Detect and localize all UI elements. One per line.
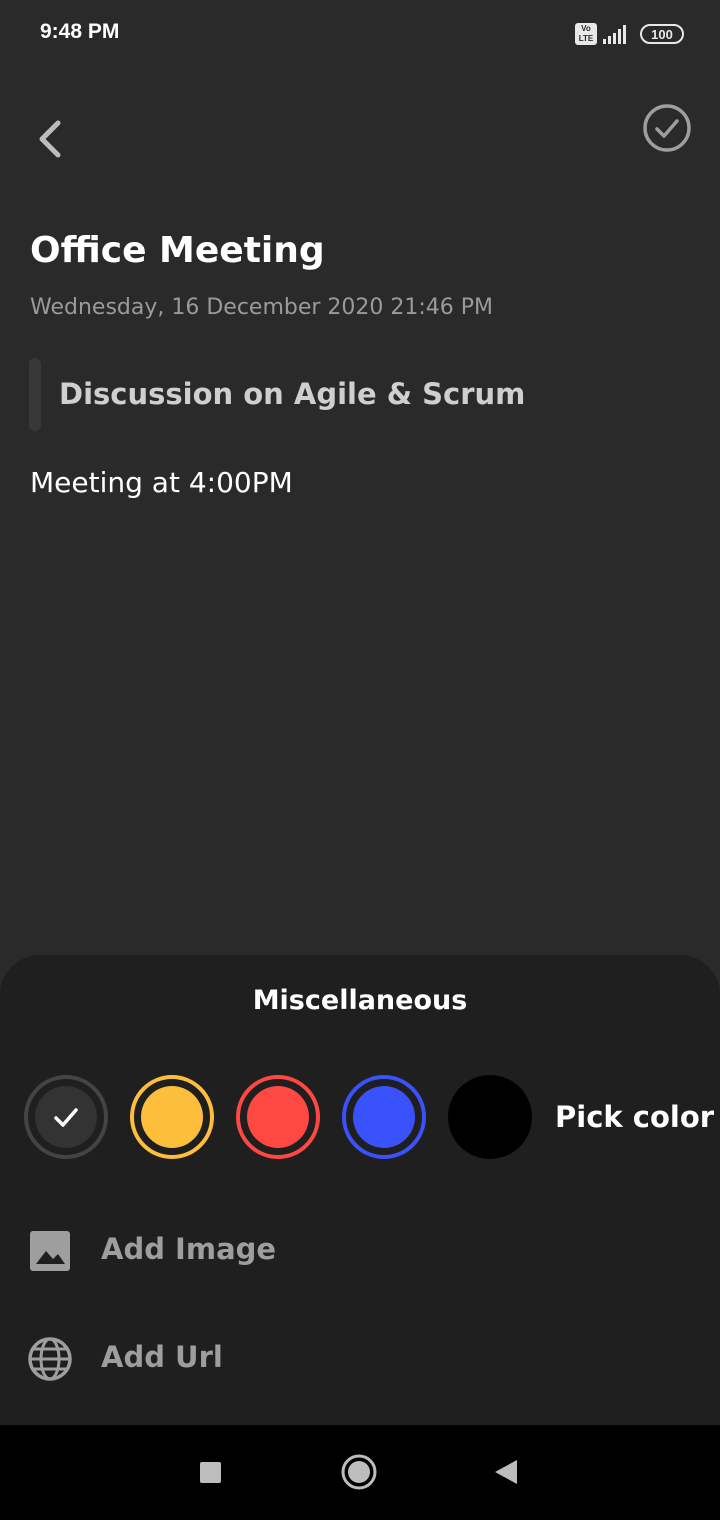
back-button[interactable] (28, 112, 76, 166)
swatch-fill (141, 1086, 203, 1148)
home-circle-icon (341, 1454, 377, 1490)
note-subtitle[interactable]: Discussion on Agile & Scrum (59, 377, 525, 411)
color-swatch-blue[interactable] (342, 1075, 426, 1159)
recents-button[interactable] (188, 1450, 232, 1494)
signal-icon (603, 24, 626, 44)
subtitle-indicator (29, 358, 41, 431)
add-url-label: Add Url (101, 1340, 223, 1374)
battery-level: 100 (651, 26, 673, 42)
volte-bottom-text: LTE (578, 34, 594, 43)
swatch-fill (35, 1086, 97, 1148)
color-swatch-red[interactable] (236, 1075, 320, 1159)
note-body[interactable]: Meeting at 4:00PM (30, 466, 293, 499)
check-circle-icon (643, 104, 691, 152)
swatch-fill (459, 1086, 521, 1148)
add-image-button[interactable]: Add Image (0, 1210, 720, 1290)
image-icon (30, 1231, 70, 1271)
done-button[interactable] (642, 103, 692, 153)
triangle-back-icon (495, 1460, 517, 1484)
swatch-fill (247, 1086, 309, 1148)
check-icon (54, 1108, 78, 1127)
add-image-label: Add Image (101, 1232, 277, 1266)
color-swatch-default[interactable] (24, 1075, 108, 1159)
note-title[interactable]: Office Meeting (30, 230, 325, 271)
pick-color-button[interactable]: Pick color (555, 1100, 714, 1134)
add-url-button[interactable]: Add Url (0, 1318, 720, 1398)
sheet-title[interactable]: Miscellaneous (0, 985, 720, 1016)
status-time: 9:48 PM (40, 20, 120, 43)
swatch-fill (353, 1086, 415, 1148)
status-icons: Vo LTE 100 (575, 23, 684, 45)
chevron-left-icon (39, 120, 61, 158)
misc-bottom-sheet: Miscellaneous Pick color Add Image Add U… (0, 955, 720, 1425)
battery-icon: 100 (640, 24, 684, 44)
color-swatch-black[interactable] (448, 1075, 532, 1159)
home-button[interactable] (337, 1450, 381, 1494)
system-nav-bar (0, 1425, 720, 1520)
globe-icon (28, 1337, 72, 1381)
volte-top-text: Vo (581, 24, 591, 33)
color-swatch-yellow[interactable] (130, 1075, 214, 1159)
volte-icon: Vo LTE (575, 23, 597, 45)
square-icon (200, 1462, 221, 1483)
back-nav-button[interactable] (484, 1450, 528, 1494)
note-date: Wednesday, 16 December 2020 21:46 PM (30, 295, 494, 320)
note-editor-screen: 9:48 PM Vo LTE 100 Office Meeting Wednes… (0, 0, 720, 1520)
status-bar: 9:48 PM Vo LTE 100 (0, 0, 720, 70)
